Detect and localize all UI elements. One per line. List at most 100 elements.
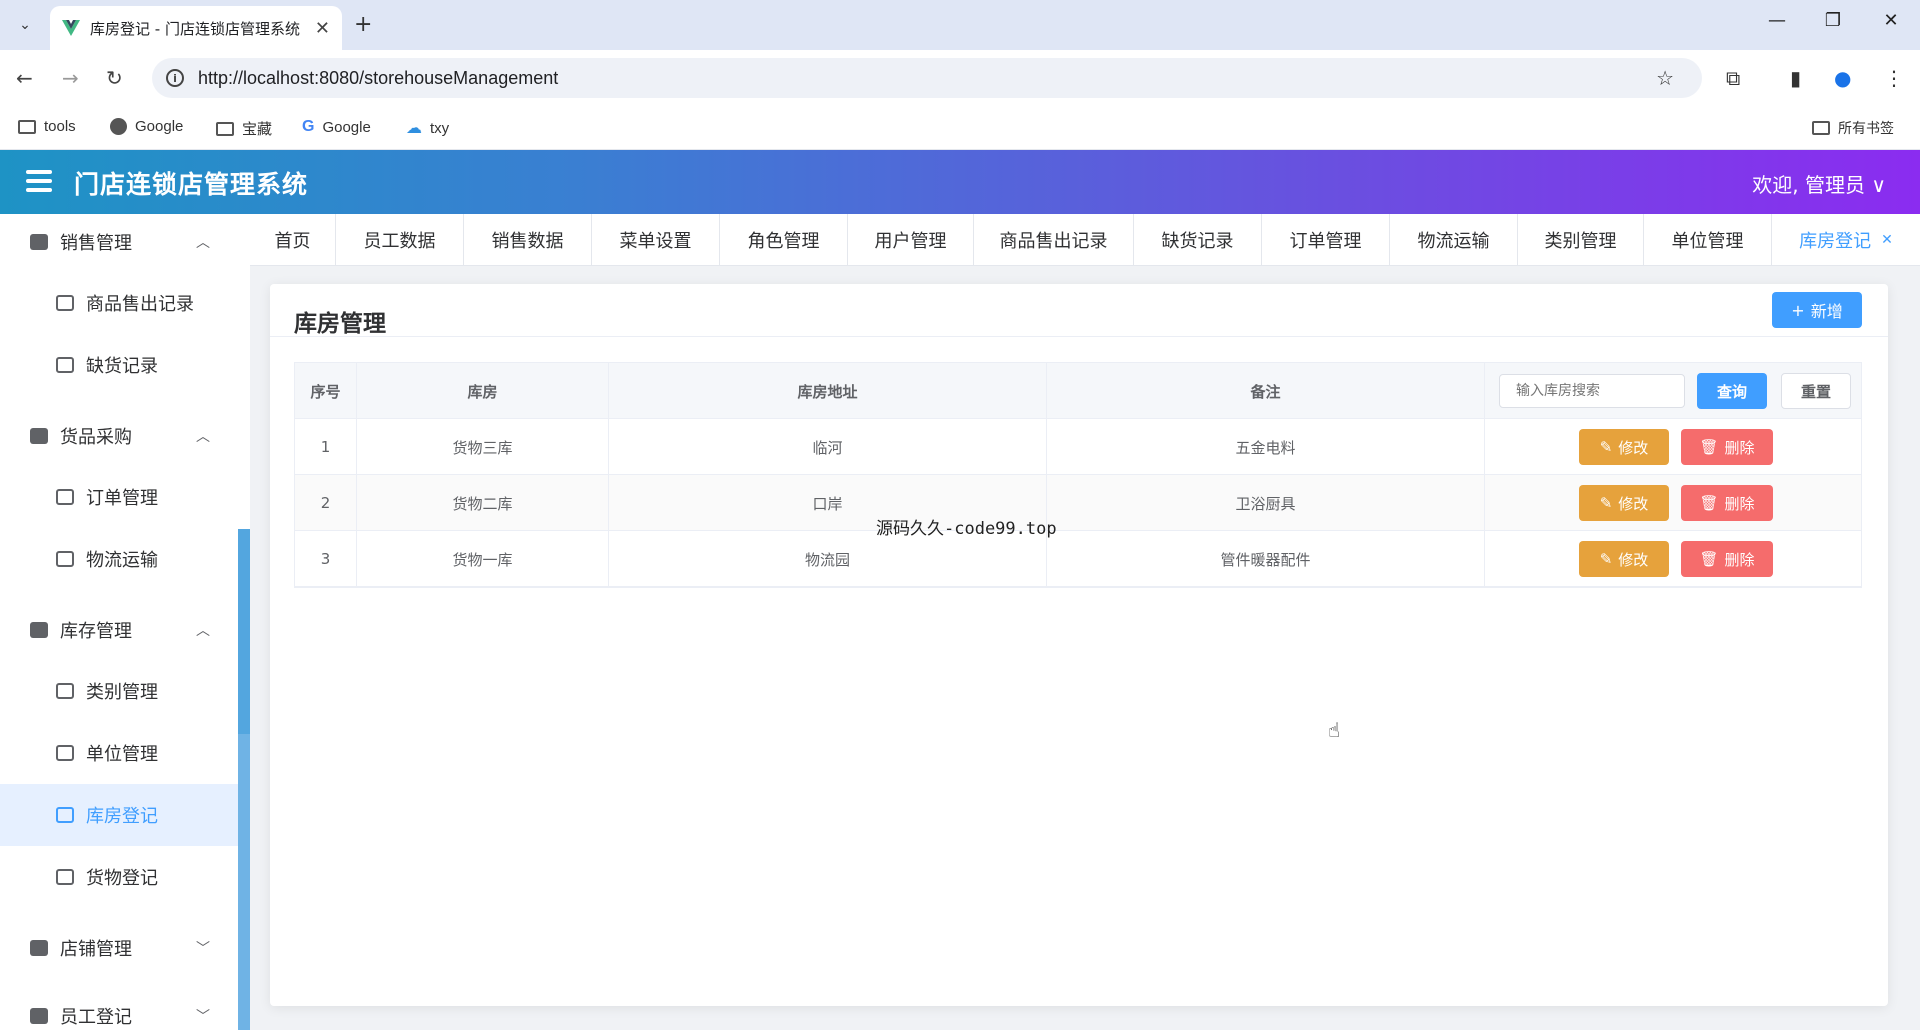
app-header: 门店连锁店管理系统 欢迎, 管理员 ∨ (0, 150, 1920, 214)
cell-storehouse: 货物一库 (357, 531, 609, 587)
cell-index: 1 (295, 419, 357, 475)
new-tab-button[interactable]: + (354, 12, 372, 37)
add-button-label: 新增 (1810, 302, 1843, 321)
lock-icon (30, 428, 48, 444)
profile-avatar-icon[interactable]: ● (1834, 66, 1851, 90)
extensions-icon[interactable]: ⧉ (1726, 66, 1740, 90)
side-panel-icon[interactable]: ▮ (1790, 66, 1801, 90)
all-bookmarks[interactable]: 所有书签 (1812, 118, 1894, 138)
table-header-row: 序号 库房 库房地址 备注 查询 重置 (295, 363, 1861, 419)
sidebar-group-purchase[interactable]: 货品采购 ︿ (0, 408, 238, 464)
edit-button[interactable]: ✎ 修改 (1579, 485, 1669, 521)
delete-button[interactable]: 🗑 删除 (1681, 541, 1773, 577)
briefcase-icon (30, 622, 48, 638)
sidebar-group-label: 库存管理 (60, 621, 132, 642)
sidebar-item-stockout[interactable]: 缺货记录 (0, 334, 238, 396)
tag-label: 类别管理 (1544, 231, 1617, 252)
sidebar-item-logistics[interactable]: 物流运输 (0, 528, 238, 590)
tag-user-management[interactable]: 用户管理 (848, 214, 974, 266)
bookmark-label: tools (44, 118, 76, 135)
tag-logistics[interactable]: 物流运输 (1390, 214, 1518, 266)
user-menu[interactable]: 欢迎, 管理员 ∨ (1752, 169, 1886, 198)
sidebar-group-store[interactable]: 店铺管理 ﹀ (0, 920, 238, 976)
tag-label: 用户管理 (874, 231, 947, 252)
minimize-icon[interactable]: — (1762, 10, 1792, 31)
tag-orders[interactable]: 订单管理 (1262, 214, 1390, 266)
forward-arrow-icon[interactable]: → (62, 66, 79, 90)
tag-label: 菜单设置 (619, 231, 692, 252)
bookmark-txy[interactable]: ☁ txy (406, 118, 449, 138)
pencil-icon: ✎ (1599, 550, 1613, 568)
query-button[interactable]: 查询 (1697, 373, 1767, 409)
vue-logo-icon (62, 20, 80, 36)
edit-button[interactable]: ✎ 修改 (1579, 429, 1669, 465)
sidebar-item-goods[interactable]: 货物登记 (0, 846, 238, 908)
site-info-icon[interactable]: i (166, 69, 184, 87)
bookmark-label: Google (135, 118, 184, 135)
close-window-icon[interactable]: ✕ (1876, 10, 1906, 31)
browser-menu-icon[interactable]: ⋮ (1884, 66, 1904, 90)
restore-icon[interactable]: ❐ (1818, 10, 1848, 31)
bookmark-baozang[interactable]: 宝藏 (216, 118, 272, 139)
cell-address: 临河 (609, 419, 1047, 475)
tag-sales-records[interactable]: 商品售出记录 (974, 214, 1134, 266)
search-input[interactable] (1499, 374, 1685, 408)
truck-icon (56, 295, 74, 311)
table-row: 2 货物二库 口岸 卫浴厨具 ✎ 修改 🗑 删除 (295, 475, 1861, 531)
sidebar-group-label: 销售管理 (60, 233, 132, 254)
edit-button[interactable]: ✎ 修改 (1579, 541, 1669, 577)
all-bookmarks-label: 所有书签 (1838, 120, 1894, 136)
delete-label: 删除 (1724, 550, 1755, 569)
sidebar-group-sales[interactable]: 销售管理 ︿ (0, 214, 238, 270)
tab-list-chevron-icon[interactable]: ⌄ (8, 10, 42, 40)
header-remark: 备注 (1047, 363, 1485, 419)
hamburger-menu-icon[interactable] (26, 170, 52, 192)
url-field[interactable]: i http://localhost:8080/storehouseManage… (152, 58, 1702, 98)
tag-label: 销售数据 (491, 231, 564, 252)
close-icon[interactable]: ✕ (1881, 232, 1893, 248)
user-icon (30, 1008, 48, 1024)
truck-icon (56, 551, 74, 567)
header-storehouse: 库房 (357, 363, 609, 419)
sidebar-scrollbar[interactable] (238, 214, 250, 1030)
pencil-icon: ✎ (1599, 438, 1613, 456)
sidebar-item-unit[interactable]: 单位管理 (0, 722, 238, 784)
delete-label: 删除 (1724, 494, 1755, 513)
tag-label: 首页 (274, 231, 311, 252)
back-arrow-icon[interactable]: ← (16, 66, 33, 90)
tag-unit[interactable]: 单位管理 (1644, 214, 1772, 266)
cell-address: 物流园 (609, 531, 1047, 587)
sidebar-item-orders[interactable]: 订单管理 (0, 466, 238, 528)
tag-storehouse[interactable]: 库房登记 ✕ (1772, 214, 1920, 266)
browser-tab[interactable]: 库房登记 - 门店连锁店管理系统 ✕ (50, 6, 342, 50)
reload-icon[interactable]: ↻ (106, 66, 123, 90)
document-icon (56, 489, 74, 505)
tag-home[interactable]: 首页 (250, 214, 336, 266)
tag-staff-data[interactable]: 员工数据 (336, 214, 464, 266)
tag-category[interactable]: 类别管理 (1518, 214, 1644, 266)
bookmark-label: Google (322, 118, 371, 136)
building-icon (56, 745, 74, 761)
bookmark-star-icon[interactable]: ☆ (1656, 66, 1674, 90)
sidebar-group-staff[interactable]: 员工登记 ﹀ (0, 988, 238, 1030)
tag-sales-data[interactable]: 销售数据 (464, 214, 592, 266)
tag-stockout[interactable]: 缺货记录 (1134, 214, 1262, 266)
bookmark-google-2[interactable]: G Google (302, 118, 371, 136)
delete-button[interactable]: 🗑 删除 (1681, 429, 1773, 465)
reset-button[interactable]: 重置 (1781, 373, 1851, 409)
sidebar-item-sales-records[interactable]: 商品售出记录 (0, 272, 238, 334)
bookmark-tools[interactable]: tools (18, 118, 76, 135)
tab-close-icon[interactable]: ✕ (315, 18, 330, 39)
chevron-up-icon: ︿ (196, 623, 210, 639)
sidebar-item-category[interactable]: 类别管理 (0, 660, 238, 722)
chevron-down-icon: ﹀ (196, 1009, 210, 1025)
sidebar-group-inventory[interactable]: 库存管理 ︿ (0, 602, 238, 658)
add-button[interactable]: + 新增 (1772, 292, 1862, 328)
cell-remark: 管件暖器配件 (1047, 531, 1485, 587)
cell-index: 3 (295, 531, 357, 587)
bookmark-google[interactable]: Google (110, 118, 183, 135)
tag-role-management[interactable]: 角色管理 (720, 214, 848, 266)
delete-button[interactable]: 🗑 删除 (1681, 485, 1773, 521)
tag-menu-settings[interactable]: 菜单设置 (592, 214, 720, 266)
sidebar-item-storehouse[interactable]: 库房登记 (0, 784, 238, 846)
